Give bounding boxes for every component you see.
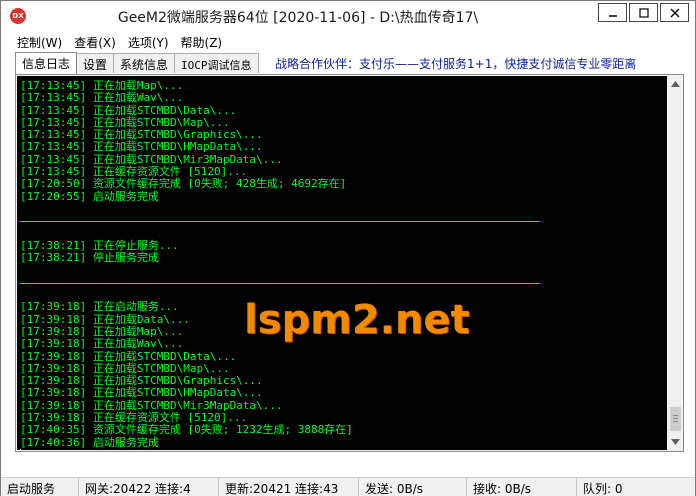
status-service: 启动服务	[1, 478, 79, 496]
log-scrollbar[interactable]	[668, 76, 683, 450]
log-line: [17:39:18] 正在加载STCMBD\HMapData\...	[20, 386, 263, 400]
title-bar[interactable]: DX GeeM2微端服务器64位 [2020-11-06] - D:\热血传奇1…	[1, 1, 695, 31]
menu-bar: 控制(W) 查看(X) 选项(Y) 帮助(Z)	[1, 32, 695, 52]
arrow-up-icon	[671, 81, 680, 87]
grip-line	[673, 415, 678, 416]
scrollbar-thumb[interactable]	[670, 407, 681, 431]
window-controls	[598, 3, 689, 22]
status-queue: 队列: 0	[583, 482, 623, 496]
arrow-down-icon	[671, 439, 680, 445]
menu-options[interactable]: 选项(Y)	[122, 32, 175, 52]
tab-iocp-debug[interactable]: IOCP调试信息	[174, 53, 259, 73]
log-line: [17:39:18] 正在加载STCMBD\Data\...	[20, 349, 237, 363]
partner-notice: 战略合作伙伴：支付乐——支付服务1+1，快捷支付诚信专业零距离	[275, 57, 637, 71]
log-separator	[20, 277, 667, 289]
log-line: [17:38:21] 停止服务完成	[20, 251, 159, 265]
status-receive: 接收: 0B/s	[467, 478, 577, 496]
status-gateway: 网关:20422 连接:4	[79, 478, 219, 496]
grip-line	[673, 418, 678, 419]
log-output[interactable]: [17:13:45] 正在加载Map\... [17:13:45] 正在加载Wav…	[17, 76, 667, 450]
window-title: GeeM2微端服务器64位 [2020-11-06] - D:\热血传奇17\	[117, 10, 479, 26]
log-line: [17:40:36] 启动服务完成	[20, 435, 159, 449]
log-line: [17:20:50] 资源文件缓存完成 [0失败; 428生成; 4692存在]	[20, 177, 347, 191]
tab-strip: 信息日志 设置 系统信息 IOCP调试信息	[15, 52, 259, 74]
log-line: [17:13:45] 正在加载Wav\...	[20, 91, 184, 105]
scroll-up-button[interactable]	[668, 76, 683, 92]
maximize-button[interactable]	[629, 3, 658, 22]
scroll-down-button[interactable]	[668, 434, 683, 450]
minimize-button[interactable]	[598, 3, 627, 22]
log-panel: [17:13:45] 正在加载Map\... [17:13:45] 正在加载Wav…	[15, 74, 684, 452]
log-line: [17:13:45] 正在加载STCMBD\HMapData\...	[20, 140, 263, 154]
close-icon	[670, 8, 679, 17]
tab-row: 信息日志 设置 系统信息 IOCP调试信息 战略合作伙伴：支付乐——支付服务1+…	[1, 52, 695, 74]
watermark-text: lspm2.net	[244, 297, 470, 343]
maximize-icon	[638, 7, 649, 18]
app-window: DX GeeM2微端服务器64位 [2020-11-06] - D:\热血传奇1…	[0, 0, 696, 496]
tab-settings[interactable]: 设置	[76, 53, 115, 73]
close-button[interactable]	[660, 3, 689, 22]
tab-info-log[interactable]: 信息日志	[15, 52, 78, 74]
status-bar: 启动服务 网关:20422 连接:4 更新:20421 连接:43 发送: 0B…	[1, 477, 695, 496]
log-line: [17:20:55] 启动服务完成	[20, 189, 159, 203]
status-send: 发送: 0B/s	[359, 478, 467, 496]
text-cursor	[20, 448, 21, 450]
minimize-icon	[608, 14, 617, 17]
grip-line	[673, 421, 678, 422]
status-update: 更新:20421 连接:43	[219, 478, 359, 496]
menu-control[interactable]: 控制(W)	[11, 32, 68, 52]
log-separator	[20, 215, 667, 227]
log-line: [17:40:35] 资源文件缓存完成 [0失败; 1232生成; 3888存在…	[20, 423, 353, 437]
tab-system-info[interactable]: 系统信息	[113, 53, 176, 73]
menu-view[interactable]: 查看(X)	[68, 32, 122, 52]
menu-help[interactable]: 帮助(Z)	[175, 32, 229, 52]
